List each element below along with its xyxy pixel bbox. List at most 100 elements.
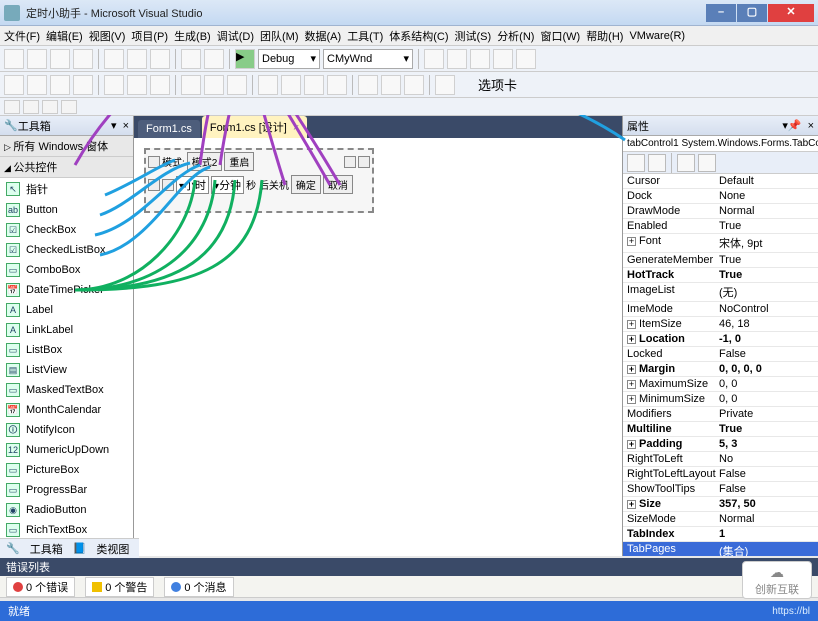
prop-minimumsize[interactable]: +MinimumSize0, 0 xyxy=(623,392,818,407)
menu-window[interactable]: 窗口(W) xyxy=(540,28,580,44)
menu-test[interactable]: 测试(S) xyxy=(455,28,492,44)
tbx-item-notifyicon[interactable]: 🛈NotifyIcon xyxy=(0,420,133,440)
tb-saveall[interactable] xyxy=(73,49,93,69)
menu-team[interactable]: 团队(M) xyxy=(260,28,299,44)
tbx-item-picturebox[interactable]: ▭PictureBox xyxy=(0,460,133,480)
chip-warnings[interactable]: 0 个警告 xyxy=(85,577,154,597)
tbx-item-linklabel[interactable]: ALinkLabel xyxy=(0,320,133,340)
tb-paste[interactable] xyxy=(150,49,170,69)
maximize-button[interactable]: ▢ xyxy=(737,4,767,22)
tb-copy[interactable] xyxy=(127,49,147,69)
tb-new[interactable] xyxy=(4,49,24,69)
lt-sp1[interactable] xyxy=(258,75,278,95)
expand-icon[interactable]: + xyxy=(627,237,636,246)
lt-align-t[interactable] xyxy=(104,75,124,95)
properties-grid[interactable]: CursorDefaultDockNoneDrawModeNormalEnabl… xyxy=(623,174,818,556)
tbx-item-progressbar[interactable]: ▭ProgressBar xyxy=(0,480,133,500)
expand-icon[interactable]: + xyxy=(627,335,636,344)
tab-form1-design[interactable]: Form1.cs [设计]× xyxy=(202,116,307,138)
hour-drop[interactable]: ▾小时 xyxy=(176,176,209,194)
design-surface[interactable]: 模式: 模式2 重启 ▾小时 ▾分钟 秒 后关机 确定 取消 xyxy=(134,138,622,556)
close-icon[interactable]: × xyxy=(808,120,814,132)
tbx-item-listbox[interactable]: ▭ListBox xyxy=(0,340,133,360)
tb-platform-drop[interactable]: CMyWnd▾ xyxy=(323,49,413,69)
restart-button[interactable]: 重启 xyxy=(224,152,254,171)
expand-icon[interactable]: + xyxy=(627,320,636,329)
prop-tabindex[interactable]: TabIndex1 xyxy=(623,527,818,542)
tb-misc4[interactable] xyxy=(493,49,513,69)
expand-icon[interactable]: + xyxy=(627,365,636,374)
pin-icon[interactable]: ▾📌 xyxy=(782,119,801,132)
lt-sp7[interactable] xyxy=(404,75,424,95)
prop-righttoleft[interactable]: RightToLeftNo xyxy=(623,452,818,467)
expand-icon[interactable]: + xyxy=(627,440,636,449)
tbx-group-common[interactable]: 公共控件 xyxy=(0,157,133,178)
az-icon[interactable] xyxy=(648,154,666,172)
cancel-button[interactable]: 取消 xyxy=(323,175,353,194)
lt-align-r[interactable] xyxy=(73,75,93,95)
tbx-item-listview[interactable]: ▤ListView xyxy=(0,360,133,380)
prop-location[interactable]: +Location-1, 0 xyxy=(623,332,818,347)
lt-sp5[interactable] xyxy=(358,75,378,95)
dt-3[interactable] xyxy=(42,100,58,114)
bt-toolbox[interactable]: 工具箱 xyxy=(26,539,67,559)
handle-icon[interactable] xyxy=(148,156,160,168)
handle-icon[interactable] xyxy=(344,156,356,168)
tb-misc2[interactable] xyxy=(447,49,467,69)
tbx-item-richtextbox[interactable]: ▭RichTextBox xyxy=(0,520,133,540)
prop-padding[interactable]: +Padding5, 3 xyxy=(623,437,818,452)
tb-misc5[interactable] xyxy=(516,49,536,69)
prop-generatemember[interactable]: GenerateMemberTrue xyxy=(623,253,818,268)
lt-align-c[interactable] xyxy=(50,75,70,95)
tb-cut[interactable] xyxy=(104,49,124,69)
prop-size[interactable]: +Size357, 50 xyxy=(623,497,818,512)
tb-redo[interactable] xyxy=(204,49,224,69)
tbx-item-numericupdown[interactable]: 12NumericUpDown xyxy=(0,440,133,460)
tbx-group-all[interactable]: 所有 Windows 窗体 xyxy=(0,136,133,157)
toolbox-list[interactable]: ↖指针abButton☑CheckBox☑CheckedListBox▭Comb… xyxy=(0,178,133,556)
dt-2[interactable] xyxy=(23,100,39,114)
tbx-item-checkedlistbox[interactable]: ☑CheckedListBox xyxy=(0,240,133,260)
handle-icon[interactable] xyxy=(162,179,174,191)
prop-imagelist[interactable]: ImageList(无) xyxy=(623,283,818,302)
prop-righttoleftlayout[interactable]: RightToLeftLayoutFalse xyxy=(623,467,818,482)
lt-size-b[interactable] xyxy=(227,75,247,95)
prop-maximumsize[interactable]: +MaximumSize0, 0 xyxy=(623,377,818,392)
props-object[interactable]: tabControl1 System.Windows.Forms.TabCont… xyxy=(623,136,818,152)
expand-icon[interactable]: + xyxy=(627,380,636,389)
lt-sp3[interactable] xyxy=(304,75,324,95)
tb-misc3[interactable] xyxy=(470,49,490,69)
lt-size-w[interactable] xyxy=(181,75,201,95)
lt-sp2[interactable] xyxy=(281,75,301,95)
prop-dock[interactable]: DockNone xyxy=(623,189,818,204)
bt-classview[interactable]: 类视图 xyxy=(92,539,133,559)
prop-imemode[interactable]: ImeModeNoControl xyxy=(623,302,818,317)
lt-sp6[interactable] xyxy=(381,75,401,95)
chip-messages[interactable]: 0 个消息 xyxy=(164,577,233,597)
lt-tab[interactable] xyxy=(435,75,455,95)
tbx-item-combobox[interactable]: ▭ComboBox xyxy=(0,260,133,280)
menu-project[interactable]: 项目(P) xyxy=(131,28,168,44)
menu-analyze[interactable]: 分析(N) xyxy=(497,28,534,44)
tb-start[interactable]: ▶ xyxy=(235,49,255,69)
tbx-item-datetimepicker[interactable]: 📅DateTimePicker xyxy=(0,280,133,300)
tb-save[interactable] xyxy=(50,49,70,69)
lt-align-l[interactable] xyxy=(27,75,47,95)
tbx-item-maskedtextbox[interactable]: ▭MaskedTextBox xyxy=(0,380,133,400)
menu-arch[interactable]: 体系结构(C) xyxy=(389,28,448,44)
menu-vmware[interactable]: VMware(R) xyxy=(629,30,685,42)
prop-margin[interactable]: +Margin0, 0, 0, 0 xyxy=(623,362,818,377)
prop-locked[interactable]: LockedFalse xyxy=(623,347,818,362)
expand-icon[interactable]: + xyxy=(627,500,636,509)
tab-form1-cs[interactable]: Form1.cs xyxy=(138,120,200,138)
lt-align-m[interactable] xyxy=(127,75,147,95)
mode2-button[interactable]: 模式2 xyxy=(187,152,223,171)
menu-data[interactable]: 数据(A) xyxy=(305,28,342,44)
tb-undo[interactable] xyxy=(181,49,201,69)
events-icon[interactable] xyxy=(698,154,716,172)
tb-misc1[interactable] xyxy=(424,49,444,69)
prop-enabled[interactable]: EnabledTrue xyxy=(623,219,818,234)
lt-size-h[interactable] xyxy=(204,75,224,95)
menu-debug[interactable]: 调试(D) xyxy=(217,28,254,44)
menu-tools[interactable]: 工具(T) xyxy=(347,28,383,44)
